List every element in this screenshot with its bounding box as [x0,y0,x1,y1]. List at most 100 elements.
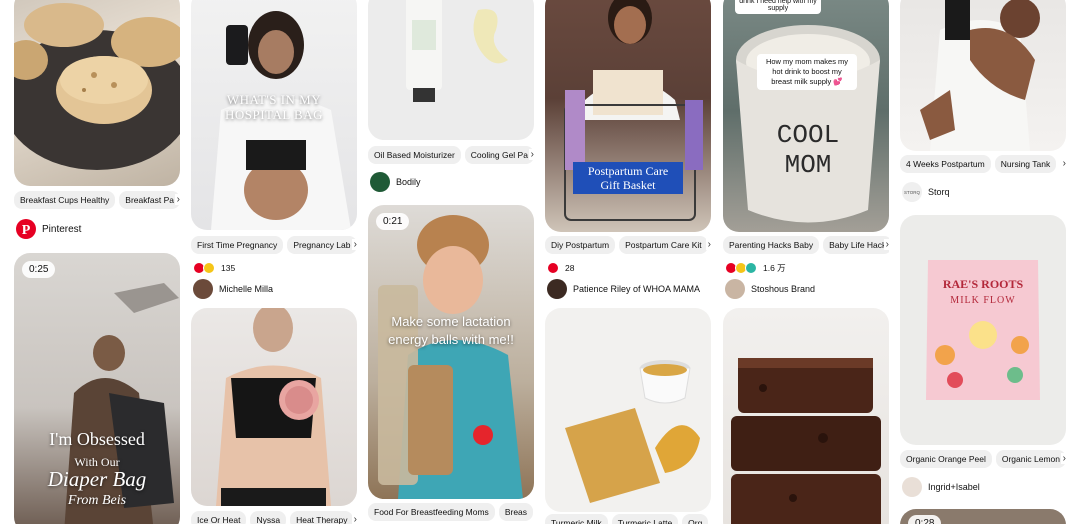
overlay-title: I'm Obsessed [49,429,145,449]
reaction-icons [193,262,215,274]
mug-text: COOL MOM [776,120,840,180]
thanks-face-icon [745,262,757,274]
cool-mom-mug-image [736,25,880,223]
tag-chip[interactable]: Postpartum Care Kit [619,236,708,254]
pin-image-milk-flow[interactable]: RAE'S ROOTS MILK FLOW [900,215,1066,445]
author-name: Bodily [396,177,421,187]
pin-tags: Organic Orange Peel Organic Lemon › [900,450,1066,468]
milk-flow-package-image [926,260,1040,400]
avatar [370,172,390,192]
tag-chip[interactable]: Breakfast Cups Healthy [14,191,116,209]
tag-chip[interactable]: Food For Breastfeeding Moms [368,503,495,521]
tag-chip[interactable]: First Time Pregnancy [191,236,284,254]
pin-video-next[interactable]: 0:28 [900,509,1066,524]
pin-image-hospital-bag[interactable]: WHAT'S IN MY HOSPITAL BAG [191,0,357,230]
author-name: Patience Riley of WHOA MAMA [573,284,701,294]
pin-reactions[interactable]: 1.6 万 [725,262,786,274]
pin-tags: Breakfast Cups Healthy Breakfast Pa › [14,191,180,209]
chevron-right-icon[interactable]: › [883,239,889,250]
pin-tags: Diy Postpartum Postpartum Care Kit › [545,236,711,254]
pin-author[interactable]: Stoshous Brand [725,279,815,299]
chevron-right-icon[interactable]: › [174,194,180,205]
moisturizer-tube-image [406,0,508,102]
pin-grid: Breakfast Cups Healthy Breakfast Pa › P … [0,0,1080,524]
tag-chip[interactable]: Org [682,514,709,524]
pin-image-moisturizer[interactable] [368,0,534,140]
overlay-note: How my mom makes my hot drink to boost m… [757,54,857,90]
overlay-title: WHAT'S IN MY HOSPITAL BAG [224,92,323,122]
tag-chip[interactable]: Diy Postpartum [545,236,616,254]
pin-reactions[interactable]: 135 [193,262,235,274]
pin-tags: 4 Weeks Postpartum Nursing Tank › [900,155,1066,173]
avatar [547,279,567,299]
pin-source[interactable]: P Pinterest [16,219,81,239]
tag-chip[interactable]: Baby Life Hack [823,236,889,254]
pin-author[interactable]: Patience Riley of WHOA MAMA [547,279,700,299]
author-name: Michelle Milla [219,284,274,294]
chevron-right-icon[interactable]: › [351,239,357,250]
mother-baby-image [920,0,1040,151]
tag-chip[interactable]: Ice Or Heat [191,511,247,524]
tag-chip[interactable]: Oil Based Moisturizer [368,146,461,164]
overlay-title: Diaper Bag [47,467,147,491]
reaction-icons [547,262,559,274]
overlay-title: Postpartum Care Gift Basket [573,162,683,194]
pin-image-postpartum-basket[interactable]: Postpartum Care Gift Basket [545,0,711,232]
pin-reactions[interactable]: 28 [547,262,574,274]
pin-author[interactable]: STORQ Storq [902,182,950,202]
pin-image-breakfast-cups[interactable] [14,0,180,186]
pin-author[interactable]: Michelle Milla [193,279,273,299]
chevron-right-icon[interactable]: › [528,149,534,160]
pin-video-lactation-balls[interactable]: 0:21 Make some lactation energy balls wi… [368,205,534,499]
tag-chip[interactable]: Parenting Hacks Baby [723,236,820,254]
muffin-tin-image [14,3,180,170]
tag-chip[interactable]: Organic Lemon [995,450,1066,468]
tag-chip[interactable]: Breas [498,503,534,521]
tag-chip[interactable]: Breakfast Pa [119,191,180,209]
video-duration: 0:28 [908,515,942,524]
tag-chip[interactable]: Organic Orange Peel [900,450,992,468]
turmeric-latte-image [565,360,700,503]
woman-heat-pad-image [216,308,331,506]
wow-face-icon [203,262,215,274]
pin-tags: Parenting Hacks Baby Baby Life Hack › [723,236,889,254]
reaction-icons [725,262,757,274]
tag-chip[interactable]: Turmeric Milk [545,514,608,524]
avatar [193,279,213,299]
woman-with-jar-image [378,215,523,499]
video-duration: 0:21 [376,213,410,230]
tag-chip[interactable]: Nyssa [250,511,287,524]
brownie-stack-image [731,358,881,524]
reaction-count: 1.6 万 [763,263,786,273]
pin-image-postpartum[interactable] [900,0,1066,151]
pin-image-turmeric[interactable] [545,308,711,512]
tag-chip[interactable]: Heat Therapy [290,511,354,524]
chevron-right-icon[interactable]: › [351,514,357,524]
pin-author[interactable]: Bodily [370,172,421,192]
video-caption: Make some lactation energy balls with me… [388,314,514,347]
author-name: Stoshous Brand [751,284,816,294]
overlay-note: drink I need help with my supply [735,0,821,14]
tag-chip[interactable]: Nursing Tank [994,155,1057,173]
chevron-right-icon[interactable]: › [1060,158,1066,169]
pin-image-brownies[interactable] [723,308,889,524]
tag-chip[interactable]: Turmeric Latte [611,514,679,524]
pin-video-hot-drink[interactable]: drink I need help with my supply How my … [723,0,889,232]
pin-author[interactable]: Ingrid+Isabel [902,477,980,497]
avatar [725,279,745,299]
author-name: Ingrid+Isabel [928,482,980,492]
pinterest-logo-icon: P [16,219,36,239]
pin-image-heat-therapy[interactable] [191,308,357,506]
tag-chip[interactable]: 4 Weeks Postpartum [900,155,991,173]
pin-tags: Food For Breastfeeding Moms Breas [368,503,534,521]
svg-text:P: P [22,223,31,238]
tag-chip[interactable]: Pregnancy Lab [287,236,357,254]
pin-video-diaper-bag[interactable]: 0:25 I'm Obsessed With Our Diaper Bag Fr… [14,253,180,524]
reaction-count: 28 [565,263,575,273]
pin-tags: Oil Based Moisturizer Cooling Gel Pa › [368,146,534,164]
product-brand: RAE'S ROOTS [942,277,1024,291]
reaction-count: 135 [221,263,236,273]
chevron-right-icon[interactable]: › [1060,453,1066,464]
tag-chip[interactable]: Cooling Gel Pa [464,146,534,164]
chevron-right-icon[interactable]: › [705,239,711,250]
